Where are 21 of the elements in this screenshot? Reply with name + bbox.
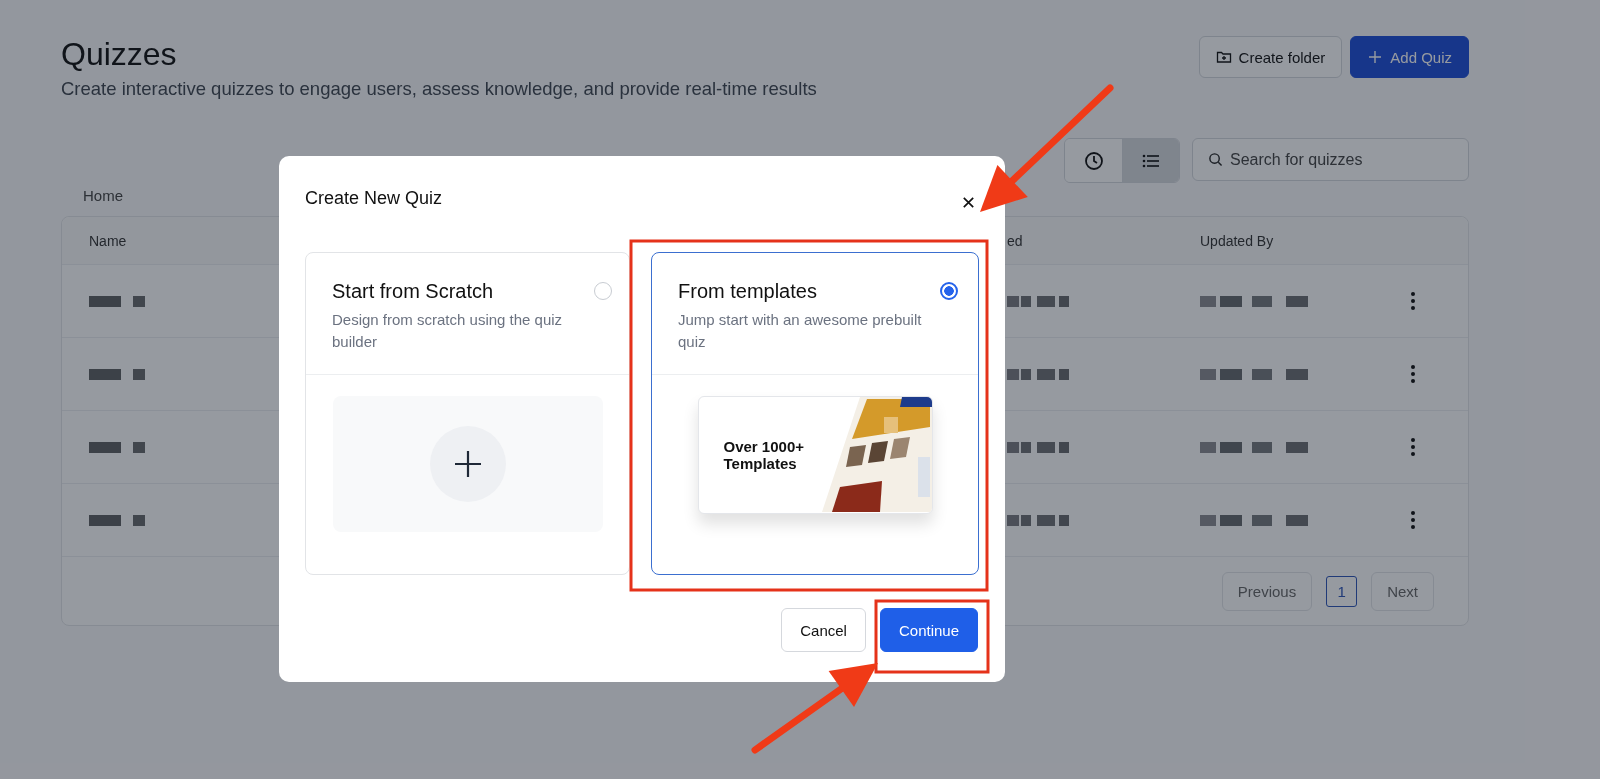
column-header: ed xyxy=(1007,232,1023,249)
page-title: Quizzes xyxy=(61,35,178,74)
option-title: Start from Scratch xyxy=(332,280,495,303)
breadcrumb-link[interactable]: Home xyxy=(83,187,123,204)
add-quiz-button[interactable]: Add Quiz xyxy=(1350,36,1469,78)
option-description: Design from scratch using the quiz builder xyxy=(332,310,564,352)
column-header: Name xyxy=(89,232,127,249)
template-preview-text: Over 1000+ Templates xyxy=(723,438,805,472)
cancel-button[interactable]: Cancel xyxy=(781,608,866,652)
search-field[interactable]: Search for quizzes xyxy=(1192,138,1469,181)
next-button[interactable]: Next xyxy=(1371,571,1434,611)
page-number-button[interactable]: 1 xyxy=(1326,575,1358,607)
page-subtitle: Create interactive quizzes to engage users, assess knowledge, and provide real-time results xyxy=(61,78,817,100)
continue-button[interactable]: Continue xyxy=(879,608,978,652)
dialog-title: Create New Quiz xyxy=(305,187,443,209)
option-card[interactable]: From templates Jump start with an awesome prebuilt quiz Over 1000+ Templates xyxy=(651,252,979,575)
previous-button[interactable]: Previous xyxy=(1221,571,1313,611)
create-folder-button[interactable]: Create folder xyxy=(1198,36,1343,78)
option-title: From templates xyxy=(678,280,818,303)
column-header: Updated By xyxy=(1200,232,1274,249)
option-description: Jump start with an awesome prebuilt quiz xyxy=(678,310,923,352)
